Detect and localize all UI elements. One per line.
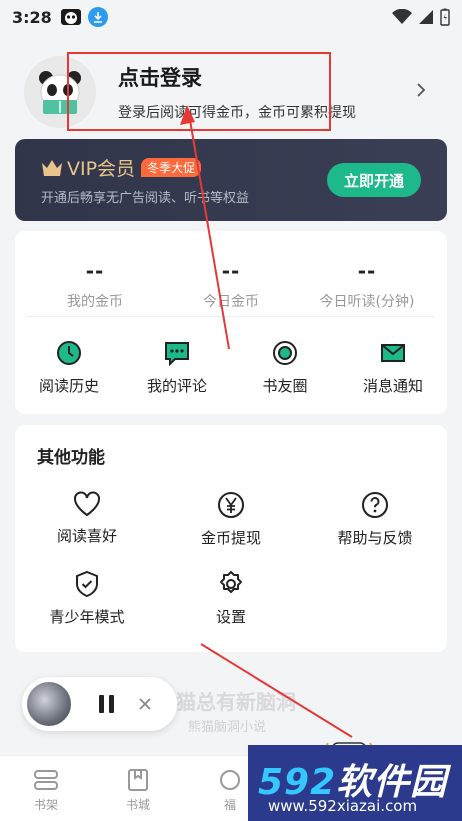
annotation-arrows <box>180 105 353 738</box>
